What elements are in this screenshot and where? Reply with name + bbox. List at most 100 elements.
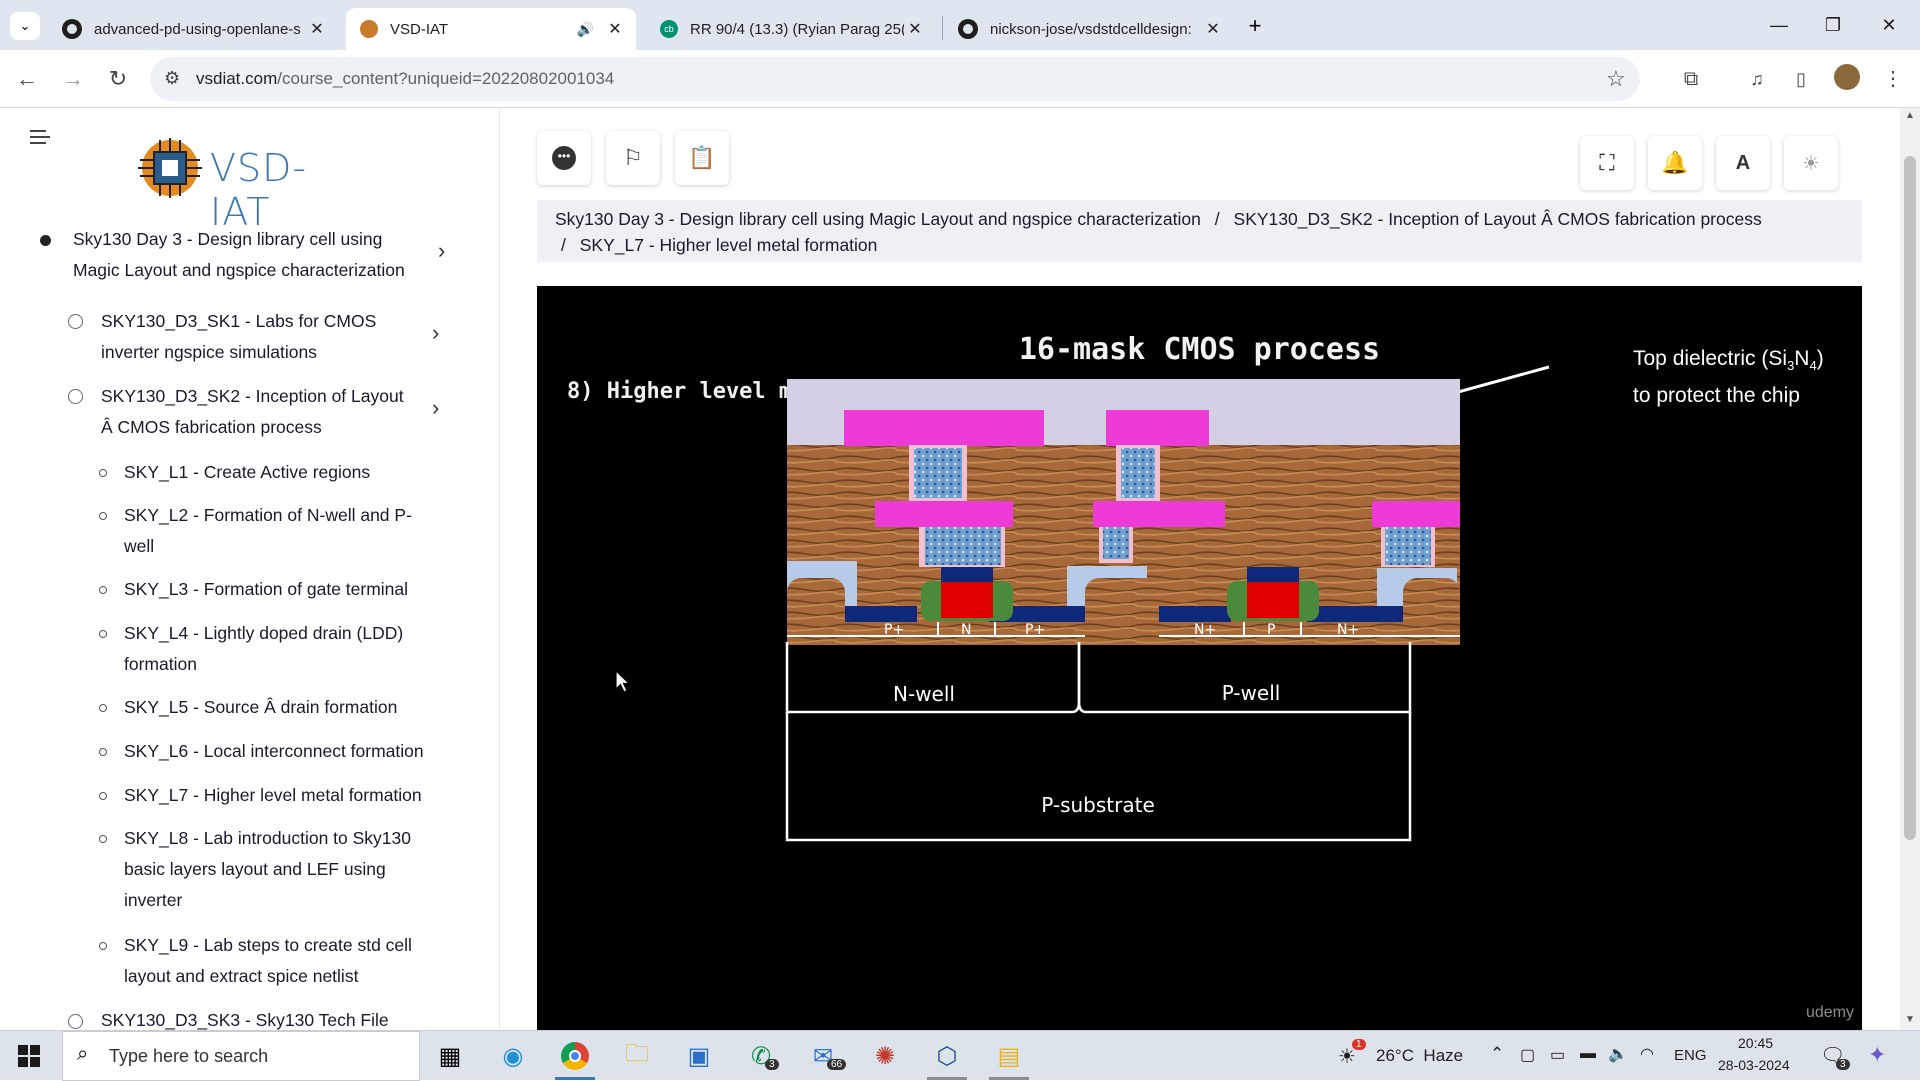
sidebar-item-sky-l8[interactable]: SKY_L8 - Lab introduction to Sky130 basi… — [124, 823, 454, 916]
close-window-button[interactable]: ✕ — [1866, 10, 1912, 40]
sidebar-item-sk1[interactable]: SKY130_D3_SK1 - Labs for CMOS inverter n… — [101, 306, 431, 368]
sidebar-item-sky-l2[interactable]: SKY_L2 - Formation of N-well and P- well — [124, 500, 454, 562]
virtualbox-icon[interactable]: ⬡ — [927, 1037, 967, 1075]
breadcrumb-day3[interactable]: Sky130 Day 3 - Design library cell using… — [555, 209, 1201, 229]
tab-cricbuzz[interactable]: cb RR 90/4 (13.3) (Ryian Parag 25( ✕ — [646, 8, 936, 50]
github-icon — [62, 19, 82, 39]
hamburger-menu-icon[interactable] — [26, 122, 56, 152]
task-view-icon[interactable]: ▦ — [430, 1037, 470, 1075]
notifications-button[interactable]: 🔔 — [1648, 136, 1702, 190]
breadcrumb-sep: / — [561, 235, 566, 255]
wifi-icon[interactable]: ◠ — [1640, 1044, 1654, 1064]
metal1-right — [1372, 501, 1460, 527]
label-n-plus-right: N+ — [1337, 622, 1359, 638]
clipboard-check-icon: 📋 — [688, 145, 716, 170]
page-scrollbar[interactable]: ▲ ▼ — [1900, 108, 1920, 1030]
chevron-right-icon[interactable]: › — [432, 320, 439, 346]
file-explorer-icon[interactable]: 🗀 — [617, 1037, 657, 1075]
metal2-right — [1106, 410, 1209, 446]
site-info-icon[interactable]: ⚙ — [164, 68, 180, 89]
notes-button[interactable]: ⚐ — [606, 131, 660, 185]
address-bar[interactable]: ⚙ vsdiat.com/course_content?uniqueid=202… — [150, 57, 1640, 101]
sti-left — [787, 578, 845, 642]
scroll-up-arrow[interactable]: ▲ — [1905, 110, 1915, 121]
flag-icon: ⚐ — [623, 145, 643, 170]
edge-icon[interactable]: ◉ — [493, 1037, 533, 1075]
vsd-iat-logo[interactable]: VSD-IAT — [126, 128, 326, 234]
cmos-cross-section-diagram: P+ N P+ N+ P N+ N-well P-well P-substrat… — [785, 365, 1550, 842]
media-controls-icon[interactable]: ♫ — [1742, 64, 1772, 94]
github-icon — [958, 19, 978, 39]
chevron-right-icon[interactable]: › — [438, 238, 445, 264]
close-icon[interactable]: ✕ — [904, 19, 926, 39]
whatsapp-icon[interactable]: ✆ 3 — [741, 1037, 781, 1075]
terminal-app-icon[interactable]: ▤ — [989, 1037, 1029, 1075]
label-nwell: N-well — [893, 682, 955, 706]
sidebar-item-sky-l6[interactable]: SKY_L6 - Local interconnect formation — [124, 736, 464, 767]
back-button[interactable]: ← — [12, 64, 42, 94]
battery-icon[interactable]: ▬ — [1580, 1045, 1596, 1063]
sidebar-item-sk2[interactable]: SKY130_D3_SK2 - Inception of Layout Â CM… — [101, 381, 431, 443]
copilot-icon[interactable]: ✦ — [1868, 1042, 1886, 1068]
scroll-down-arrow[interactable]: ▼ — [1905, 1014, 1915, 1025]
store-icon[interactable]: ▣ — [679, 1037, 719, 1075]
forward-button[interactable]: → — [58, 64, 88, 94]
lesson-bullet — [99, 512, 107, 520]
video-player[interactable]: 16-mask CMOS process 8) Higher level met… — [537, 286, 1862, 1030]
weather-text[interactable]: 26°C Haze — [1376, 1046, 1463, 1066]
chat-button[interactable]: ••• — [537, 131, 591, 185]
fullscreen-button[interactable]: ⛶ — [1580, 136, 1634, 190]
language-indicator[interactable]: ENG — [1674, 1047, 1707, 1064]
logo-text: VSD-IAT — [210, 146, 308, 234]
weather-badge: 1 — [1352, 1039, 1366, 1050]
sidebar-item-sky-l3[interactable]: SKY_L3 - Formation of gate terminal — [124, 574, 454, 605]
sidebar-item-sky-l1[interactable]: SKY_L1 - Create Active regions — [124, 457, 454, 488]
sidebar-item-sky-l7[interactable]: SKY_L7 - Higher level metal formation — [124, 780, 464, 811]
tray-chevron-up-icon[interactable]: ⌃ — [1490, 1044, 1504, 1064]
clock-date[interactable]: 28-03-2024 — [1718, 1057, 1790, 1073]
sidebar-item-sky-l5[interactable]: SKY_L5 - Source Â drain formation — [124, 692, 454, 723]
windows-start-icon[interactable] — [18, 1045, 40, 1067]
close-icon[interactable]: ✕ — [1202, 19, 1224, 39]
cricbuzz-icon: cb — [660, 20, 678, 38]
sidebar-item-sky-l9[interactable]: SKY_L9 - Lab steps to create std cell la… — [124, 930, 454, 992]
speaker-icon[interactable]: 🔊 — [577, 21, 594, 38]
chrome-menu-icon[interactable]: ⋮ — [1878, 64, 1908, 94]
app-icon-red[interactable]: ✺ — [865, 1037, 905, 1075]
section-bullet — [40, 235, 51, 246]
tab-search-button[interactable]: ⌄ — [10, 12, 40, 40]
volume-icon[interactable]: 🔈 — [1608, 1044, 1628, 1064]
clipboard-button[interactable]: 📋 — [675, 131, 729, 185]
theme-button[interactable]: ☀ — [1784, 136, 1838, 190]
font-size-button[interactable]: A — [1716, 136, 1770, 190]
breadcrumb-sk2[interactable]: SKY130_D3_SK2 - Inception of Layout Â CM… — [1234, 209, 1762, 229]
minimize-button[interactable]: — — [1756, 10, 1802, 40]
sidebar-item-sk3[interactable]: SKY130_D3_SK3 - Sky130 Tech File — [101, 1005, 431, 1030]
tab-nickson-jose[interactable]: nickson-jose/vsdstdcelldesign: ✕ — [944, 8, 1234, 50]
tray-icon-camera[interactable]: ▢ — [1520, 1045, 1535, 1065]
restore-button[interactable]: ❐ — [1810, 10, 1856, 40]
label-n-left: N — [961, 622, 971, 638]
tray-icon-display[interactable]: ▭ — [1550, 1045, 1565, 1065]
bookmark-star-icon[interactable]: ☆ — [1606, 66, 1626, 92]
subsection-bullet — [68, 389, 83, 404]
tab-advanced-pd[interactable]: advanced-pd-using-openlane-s ✕ — [48, 8, 338, 50]
scroll-thumb[interactable] — [1904, 156, 1916, 840]
profile-avatar[interactable] — [1834, 64, 1860, 90]
lesson-bullet — [99, 942, 107, 950]
reload-button[interactable]: ↻ — [103, 64, 133, 94]
chevron-right-icon[interactable]: › — [432, 395, 439, 421]
sidebar-item-day3[interactable]: Sky130 Day 3 - Design library cell using… — [73, 224, 433, 286]
close-icon[interactable]: ✕ — [604, 19, 626, 39]
extensions-icon[interactable]: ⧉ — [1676, 64, 1706, 94]
taskbar-search-box[interactable]: ⌕ Type here to search — [62, 1031, 420, 1081]
tab-vsd-iat[interactable]: VSD-IAT 🔊 ✕ — [346, 8, 636, 50]
clock-time[interactable]: 20:45 — [1738, 1035, 1773, 1051]
chrome-icon[interactable] — [555, 1037, 595, 1075]
close-icon[interactable]: ✕ — [306, 19, 328, 39]
mail-icon[interactable]: ✉ 66 — [803, 1037, 847, 1075]
mail-badge: 66 — [827, 1059, 847, 1070]
new-tab-button[interactable]: + — [1240, 12, 1270, 40]
sidebar-item-sky-l4[interactable]: SKY_L4 - Lightly doped drain (LDD) forma… — [124, 618, 454, 680]
side-panel-icon[interactable]: ▯ — [1786, 64, 1816, 94]
